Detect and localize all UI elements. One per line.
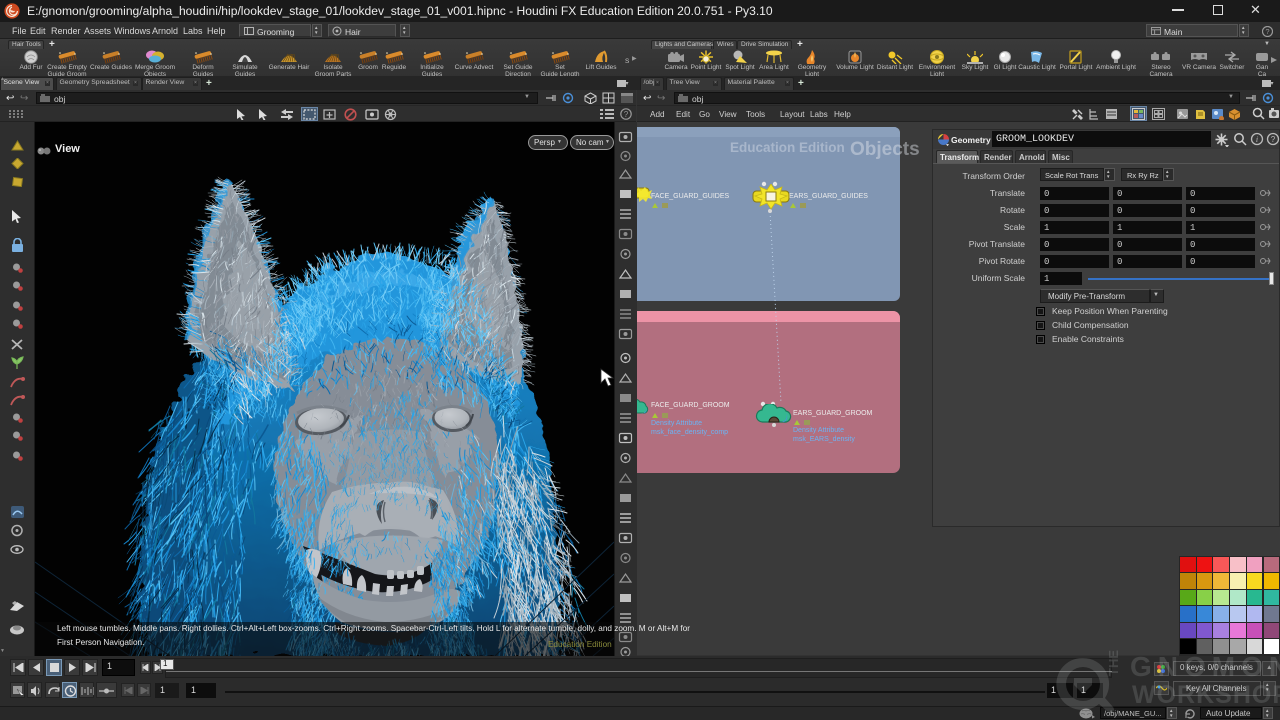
svg-text:i: i [1256, 135, 1258, 144]
svg-text:?: ? [624, 110, 629, 119]
svg-text:WORKSHOP: WORKSHOP [1132, 681, 1280, 709]
svg-text:GNOMON: GNOMON [1130, 651, 1280, 682]
svg-text:THE: THE [1106, 650, 1121, 676]
svg-text:?: ? [1265, 27, 1269, 36]
svg-text:?: ? [1271, 135, 1276, 144]
